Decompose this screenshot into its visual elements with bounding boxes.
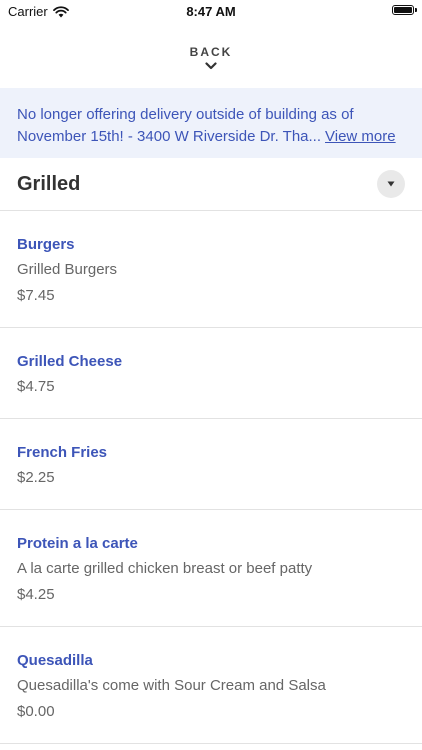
item-price: $0.00 [17,703,55,720]
chevron-down-icon [205,61,217,69]
announcement-banner: No longer offering delivery outside of b… [0,88,422,158]
back-button[interactable]: BACK [0,22,422,88]
item-name: Grilled Cheese [17,353,123,370]
battery-icon [392,5,417,15]
banner-line-1: No longer offering delivery outside of b… [17,106,354,123]
battery-level [394,7,412,13]
status-right [392,5,417,15]
banner-line-2: November 15th! - 3400 W Riverside Dr. Th… [17,126,405,148]
item-price: $2.25 [17,469,55,486]
item-description: Grilled Burgers [17,261,118,278]
status-bar: Carrier 8:47 AM [0,0,422,22]
menu-item-protein-a-la-carte[interactable]: Protein a la carte A la carte grilled ch… [0,510,422,627]
item-name: Quesadilla [17,652,93,669]
section-dropdown-button[interactable] [377,170,405,198]
item-price: $4.25 [17,586,55,603]
menu-item-burgers[interactable]: Burgers Grilled Burgers $7.45 [0,211,422,328]
item-name: Burgers [17,236,75,253]
item-price: $7.45 [17,287,55,304]
status-time: 8:47 AM [186,4,236,19]
item-name: Protein a la carte [17,535,138,552]
menu-list: Burgers Grilled Burgers $7.45 Grilled Ch… [0,211,422,744]
menu-item-quesadilla[interactable]: Quesadilla Quesadilla's come with Sour C… [0,627,422,744]
item-description: A la carte grilled chicken breast or bee… [17,560,313,577]
item-description: Quesadilla's come with Sour Cream and Sa… [17,677,326,694]
banner-line-2-text: November 15th! - 3400 W Riverside Dr. Th… [17,128,322,145]
triangle-down-icon [387,181,395,187]
section-title: Grilled [17,172,81,195]
section-header: Grilled [0,158,422,211]
menu-item-grilled-cheese[interactable]: Grilled Cheese $4.75 [0,328,422,419]
item-price: $4.75 [17,378,55,395]
menu-item-french-fries[interactable]: French Fries $2.25 [0,419,422,510]
view-more-link[interactable]: View more [325,128,396,145]
back-label: BACK [189,44,233,59]
item-name: French Fries [17,444,108,461]
